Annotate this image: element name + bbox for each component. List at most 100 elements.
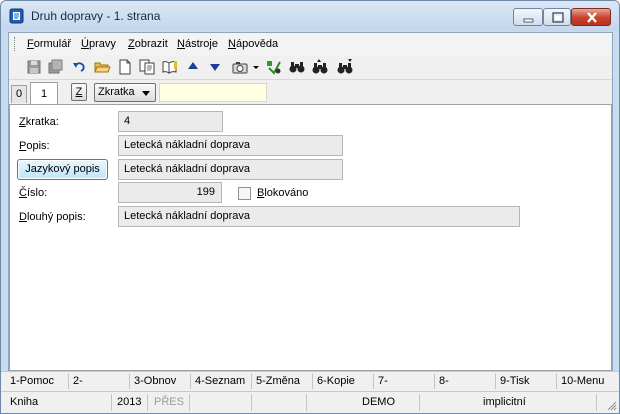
fkey-1[interactable]: 1-Pomoc — [10, 375, 54, 387]
save-button[interactable] — [25, 58, 43, 76]
status-year: 2013 — [117, 396, 142, 408]
search-input[interactable] — [159, 83, 267, 102]
status-separator — [306, 394, 307, 411]
zkratka-label: Zkratka: — [19, 116, 59, 128]
arrow-up-icon — [188, 62, 198, 69]
new-document-button[interactable] — [116, 58, 134, 76]
fkey-separator — [312, 374, 313, 389]
close-button[interactable] — [571, 8, 611, 26]
fkey-3[interactable]: 3-Obnov — [134, 375, 176, 387]
menu-nastroje[interactable]: Nástroje — [177, 38, 218, 50]
maximize-button[interactable] — [543, 8, 571, 26]
book-icon — [162, 61, 177, 74]
arrow-up-button[interactable] — [184, 58, 202, 76]
status-separator — [596, 394, 597, 411]
status-separator — [419, 394, 420, 411]
fkey-6[interactable]: 6-Kopie — [317, 375, 355, 387]
copy-icon — [139, 59, 155, 75]
tab-row: 0 1 Z Zkratka — [9, 81, 612, 105]
status-mode: PŘES — [154, 396, 184, 408]
fkey-9[interactable]: 9-Tisk — [500, 375, 530, 387]
form-body: Formulář Úpravy Zobrazit Nástroje Nápově… — [8, 32, 613, 406]
fkey-4[interactable]: 4-Seznam — [195, 375, 245, 387]
copy-button[interactable] — [138, 58, 156, 76]
arrow-down-button[interactable] — [206, 58, 224, 76]
binoculars-next-icon — [312, 59, 328, 74]
open-folder-button[interactable] — [93, 58, 111, 76]
tab-1[interactable]: 1 — [30, 82, 58, 104]
open-folder-icon — [94, 62, 111, 73]
main-window: Druh dopravy - 1. strana Formulář Úpravy… — [0, 0, 620, 414]
camera-button[interactable] — [231, 58, 249, 76]
status-database: DEMO — [362, 396, 395, 408]
resize-grip-icon[interactable] — [607, 401, 617, 411]
blokovano-checkbox[interactable] — [238, 187, 251, 200]
binoculars-icon — [289, 62, 305, 73]
filter-button[interactable] — [265, 58, 283, 76]
save-icon — [27, 60, 41, 74]
save-all-icon — [48, 59, 63, 74]
book-button[interactable] — [161, 58, 179, 76]
blokovano-label: Blokováno — [257, 187, 309, 199]
fkey-8[interactable]: 8- — [439, 375, 449, 387]
fkey-separator — [434, 374, 435, 389]
status-separator — [147, 394, 148, 411]
menu-upravy[interactable]: Úpravy — [81, 38, 116, 50]
jazykovy-popis-button[interactable]: Jazykový popis — [17, 159, 108, 180]
fkey-10[interactable]: 10-Menu — [561, 375, 604, 387]
form-panel: Zkratka: 4 Popis: Letecká nákladní dopra… — [9, 104, 612, 371]
dlouhy-popis-field[interactable]: Letecká nákladní doprava — [118, 206, 520, 227]
sort-combo[interactable]: Zkratka — [94, 83, 156, 102]
status-bar: Kniha 2013 PŘES DEMO implicitní — [1, 391, 619, 413]
fkey-7[interactable]: 7- — [378, 375, 388, 387]
camera-icon — [232, 62, 248, 74]
filter-icon — [267, 61, 281, 75]
fkey-separator — [190, 374, 191, 389]
dropdown-arrow-icon — [253, 66, 259, 69]
cislo-field[interactable]: 199 — [118, 182, 222, 203]
status-separator — [251, 394, 252, 411]
menu-formular[interactable]: Formulář — [27, 38, 71, 50]
close-icon — [587, 12, 597, 23]
menu-grip — [14, 37, 18, 51]
minimize-icon — [523, 18, 534, 23]
cislo-label: Číslo: — [19, 187, 48, 199]
new-document-icon — [119, 59, 131, 75]
fkey-separator — [556, 374, 557, 389]
menu-zobrazit[interactable]: Zobrazit — [128, 38, 168, 50]
fkey-separator — [495, 374, 496, 389]
binoculars-all-icon — [337, 59, 353, 74]
menu-bar: Formulář Úpravy Zobrazit Nástroje Nápově… — [9, 33, 612, 55]
app-icon — [9, 8, 24, 24]
fkey-separator — [129, 374, 130, 389]
fkey-separator — [373, 374, 374, 389]
fkey-5[interactable]: 5-Změna — [256, 375, 300, 387]
fkey-2[interactable]: 2- — [73, 375, 83, 387]
undo-icon — [73, 62, 85, 72]
zkratka-field[interactable]: 4 — [118, 111, 223, 132]
camera-dropdown[interactable] — [251, 58, 261, 76]
tab-0[interactable]: 0 — [11, 85, 27, 103]
find-all-button[interactable] — [336, 58, 354, 76]
z-button[interactable]: Z — [71, 83, 87, 101]
fkey-separator — [251, 374, 252, 389]
title-bar[interactable]: Druh dopravy - 1. strana — [1, 1, 619, 31]
arrow-down-icon — [210, 64, 220, 71]
save-all-button[interactable] — [46, 58, 64, 76]
function-key-bar: 1-Pomoc 2- 3-Obnov 4-Seznam 5-Změna 6-Ko… — [1, 371, 619, 391]
popis-field[interactable]: Letecká nákladní doprava — [118, 135, 343, 156]
window-title: Druh dopravy - 1. strana — [31, 9, 161, 23]
sort-combo-label: Zkratka — [98, 86, 135, 98]
menu-napoveda[interactable]: Nápověda — [228, 38, 278, 50]
jazykovy-popis-field[interactable]: Letecká nákladní doprava — [118, 159, 343, 180]
minimize-button[interactable] — [513, 8, 543, 26]
fkey-separator — [68, 374, 69, 389]
find-button[interactable] — [288, 58, 306, 76]
chevron-down-icon — [142, 91, 150, 96]
status-profile: implicitní — [483, 396, 526, 408]
maximize-icon — [552, 12, 564, 23]
find-next-button[interactable] — [311, 58, 329, 76]
status-separator — [189, 394, 190, 411]
undo-button[interactable] — [70, 58, 88, 76]
status-separator — [111, 394, 112, 411]
